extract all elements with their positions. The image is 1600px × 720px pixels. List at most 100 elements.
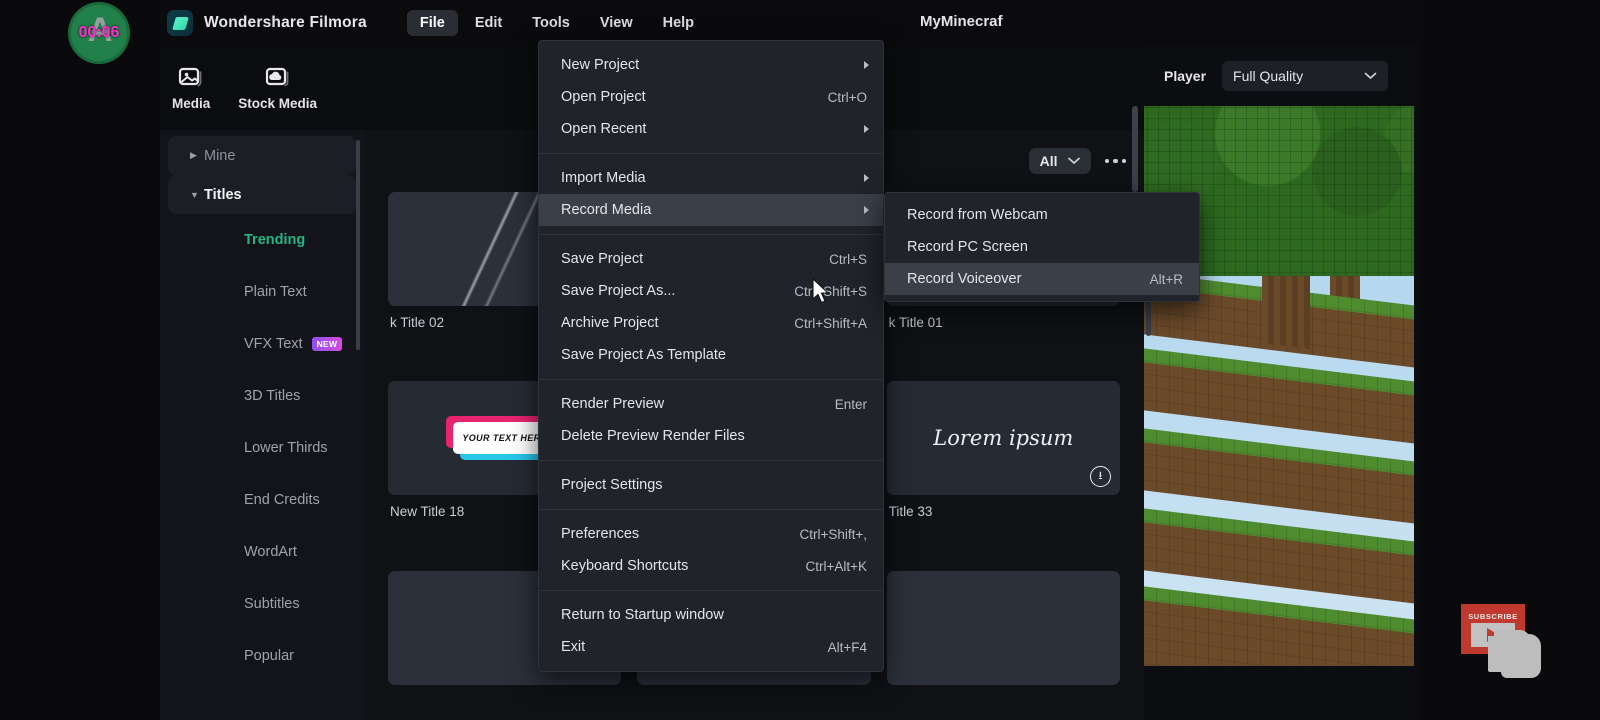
menu-view[interactable]: View bbox=[587, 10, 646, 36]
title-thumbnail[interactable]: Lorem ipsum ⭳ bbox=[886, 381, 1120, 496]
sidebar-category-trending[interactable]: Trending bbox=[168, 214, 356, 266]
cloud-media-icon bbox=[265, 67, 289, 87]
menu-item-project-settings[interactable]: Project Settings bbox=[539, 469, 883, 501]
menu-item-archive-project[interactable]: Archive Project Ctrl+Shift+A bbox=[539, 307, 883, 339]
menu-item-save-project-as[interactable]: Save Project As... Ctrl+Shift+S bbox=[539, 275, 883, 307]
menu-item-label: Render Preview bbox=[561, 396, 665, 412]
filter-all-dropdown[interactable]: All bbox=[1028, 148, 1091, 174]
new-badge: NEW bbox=[311, 337, 343, 351]
sidebar-category-subtitles[interactable]: Subtitles bbox=[168, 578, 356, 630]
menu-item-shortcut: Ctrl+S bbox=[829, 251, 867, 267]
quality-dropdown[interactable]: Full Quality bbox=[1222, 61, 1389, 91]
menu-item-shortcut: Ctrl+Alt+K bbox=[805, 558, 867, 574]
sidebar-category-wordart[interactable]: WordArt bbox=[168, 526, 356, 578]
screen-root: A 00:06 Wondershare Filmora File Edit To… bbox=[0, 0, 1600, 720]
sidebar-category-plain-text[interactable]: Plain Text bbox=[168, 266, 356, 318]
player-label: Player bbox=[1164, 68, 1207, 84]
submenu-arrow-icon bbox=[864, 174, 869, 182]
submenu-item-record-voiceover[interactable]: Record Voiceover Alt+R bbox=[885, 263, 1199, 295]
menu-item-label: New Project bbox=[561, 57, 640, 73]
submenu-item-label: Record Voiceover bbox=[907, 271, 1022, 287]
chevron-down-icon: ▼ bbox=[190, 189, 199, 200]
sidebar-category-wordart-label: WordArt bbox=[244, 544, 297, 560]
menu-item-label: Open Recent bbox=[561, 121, 647, 137]
sidebar-category-vfx-text-label: VFX Text bbox=[244, 336, 303, 352]
download-icon[interactable]: ⭳ bbox=[1089, 466, 1111, 488]
menu-item-render-preview[interactable]: Render Preview Enter bbox=[539, 388, 883, 420]
menu-separator bbox=[539, 509, 883, 510]
title-card[interactable] bbox=[886, 570, 1120, 720]
menu-item-label: Archive Project bbox=[561, 315, 659, 331]
play-icon bbox=[1487, 627, 1499, 642]
title-caption: k Title 01 bbox=[888, 315, 943, 330]
menu-bar: File Edit Tools View Help bbox=[406, 10, 707, 36]
menu-item-save-project-as-template[interactable]: Save Project As Template bbox=[539, 339, 883, 371]
sidebar-item-mine[interactable]: ▶ Mine bbox=[168, 136, 356, 175]
menu-item-shortcut: Enter bbox=[834, 396, 867, 412]
menu-item-label: Save Project As... bbox=[561, 283, 676, 299]
menu-item-label: Delete Preview Render Files bbox=[561, 428, 745, 444]
subscribe-overlay: SUBSCRIBE bbox=[1461, 604, 1541, 678]
sidebar-tab-media[interactable]: Media bbox=[172, 65, 210, 111]
thumbnail-art-text: Lorem ipsum bbox=[933, 426, 1074, 451]
sidebar-category-popular[interactable]: Popular bbox=[168, 630, 356, 682]
title-card[interactable]: Lorem ipsum ⭳ Title 33 bbox=[886, 381, 1120, 570]
menu-separator bbox=[539, 153, 883, 154]
menu-item-label: Preferences bbox=[561, 526, 640, 542]
menu-item-new-project[interactable]: New Project bbox=[539, 49, 883, 81]
sidebar-category-3d-titles[interactable]: 3D Titles bbox=[168, 370, 356, 422]
thumbnail-art bbox=[886, 570, 1120, 685]
sidebar-category-lower-thirds[interactable]: Lower Thirds bbox=[168, 422, 356, 474]
filter-all-label: All bbox=[1039, 153, 1058, 169]
menu-file[interactable]: File bbox=[406, 10, 458, 36]
video-preview[interactable] bbox=[1144, 106, 1414, 666]
more-options-button[interactable] bbox=[1104, 158, 1126, 164]
filmora-window: Wondershare Filmora File Edit Tools View… bbox=[160, 0, 1420, 720]
media-image-icon bbox=[179, 67, 202, 87]
sidebar-item-mine-label: Mine bbox=[204, 147, 236, 164]
menu-help[interactable]: Help bbox=[650, 10, 707, 36]
project-name: MyMinecraf bbox=[920, 13, 1003, 30]
menu-item-save-project[interactable]: Save Project Ctrl+S bbox=[539, 243, 883, 275]
sidebar-item-titles[interactable]: ▼ Titles bbox=[168, 175, 356, 214]
menu-item-import-media[interactable]: Import Media bbox=[539, 162, 883, 194]
menu-item-delete-preview-render-files[interactable]: Delete Preview Render Files bbox=[539, 420, 883, 452]
chevron-down-icon bbox=[1067, 157, 1080, 165]
menu-item-open-recent[interactable]: Open Recent bbox=[539, 113, 883, 145]
app-name: Wondershare Filmora bbox=[204, 14, 367, 31]
menu-item-preferences[interactable]: Preferences Ctrl+Shift+, bbox=[539, 518, 883, 550]
chevron-right-icon: ▶ bbox=[190, 150, 197, 160]
content-scrollbar[interactable] bbox=[1132, 106, 1138, 192]
menu-separator bbox=[539, 234, 883, 235]
sidebar-category-end-credits[interactable]: End Credits bbox=[168, 474, 356, 526]
sidebar-scrollbar[interactable] bbox=[356, 140, 360, 350]
menu-item-exit[interactable]: Exit Alt+F4 bbox=[539, 631, 883, 663]
menu-item-shortcut: Ctrl+Shift+, bbox=[799, 526, 867, 542]
filmora-logo-icon bbox=[167, 10, 193, 36]
sidebar-category-3d-titles-label: 3D Titles bbox=[244, 388, 301, 404]
hand-cursor-icon bbox=[1501, 634, 1541, 678]
submenu-item-record-pc-screen[interactable]: Record PC Screen bbox=[885, 231, 1199, 263]
sidebar-tree: ▶ Mine ▼ Titles Trending Plain Text VFX … bbox=[160, 130, 364, 720]
sidebar-category-plain-text-label: Plain Text bbox=[244, 284, 307, 300]
title-thumbnail[interactable] bbox=[886, 570, 1120, 685]
menu-edit[interactable]: Edit bbox=[462, 10, 515, 36]
menu-item-shortcut: Ctrl+O bbox=[827, 89, 867, 105]
menu-item-shortcut: Alt+F4 bbox=[827, 639, 867, 655]
sidebar-tab-stock-media[interactable]: Stock Media bbox=[238, 65, 317, 111]
menu-item-keyboard-shortcuts[interactable]: Keyboard Shortcuts Ctrl+Alt+K bbox=[539, 550, 883, 582]
recording-timer-avatar: A 00:06 bbox=[68, 2, 130, 64]
submenu-arrow-icon bbox=[864, 125, 869, 133]
sidebar-category-subtitles-label: Subtitles bbox=[244, 596, 300, 612]
submenu-arrow-icon bbox=[864, 61, 869, 69]
library-sidebar: Media Stock Media ▶ Mine ▼ Titles Trendi… bbox=[160, 46, 364, 720]
recording-timer-text: 00:06 bbox=[78, 24, 120, 41]
minecraft-scene bbox=[1144, 106, 1414, 666]
sidebar-category-vfx-text[interactable]: VFX Text NEW bbox=[168, 318, 356, 370]
menu-item-record-media[interactable]: Record Media bbox=[539, 194, 883, 226]
quality-value: Full Quality bbox=[1233, 68, 1304, 84]
menu-item-return-to-startup-window[interactable]: Return to Startup window bbox=[539, 599, 883, 631]
submenu-item-record-from-webcam[interactable]: Record from Webcam bbox=[885, 199, 1199, 231]
menu-item-open-project[interactable]: Open Project Ctrl+O bbox=[539, 81, 883, 113]
menu-tools[interactable]: Tools bbox=[519, 10, 583, 36]
